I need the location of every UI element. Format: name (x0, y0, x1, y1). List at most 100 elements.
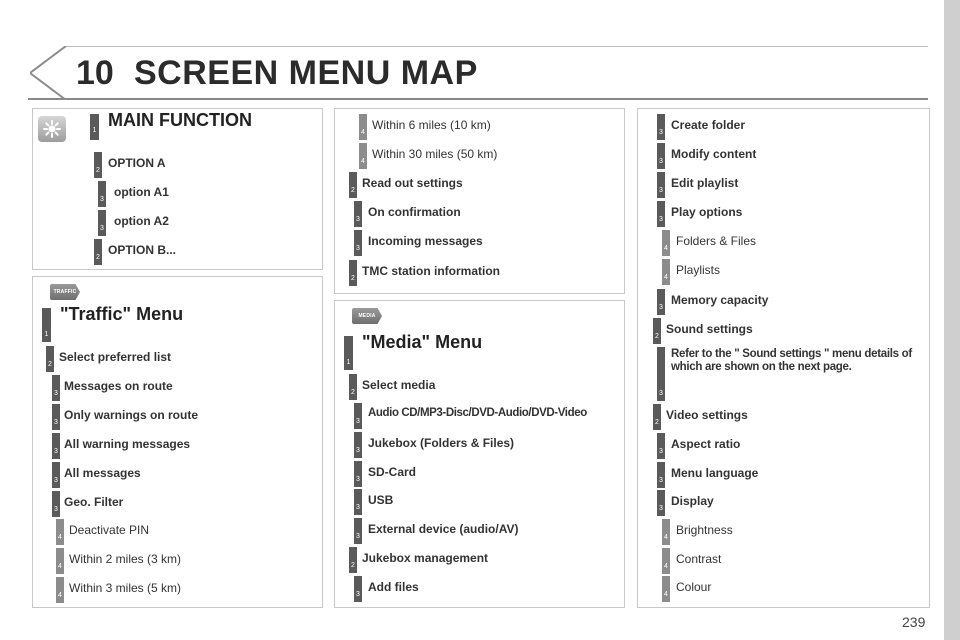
menu-item: Within 2 miles (3 km) (69, 552, 182, 566)
menu-item: Incoming messages (368, 234, 483, 248)
menu-item: Only warnings on route (64, 408, 199, 422)
traffic-tab-icon: TRAFFIC (50, 284, 80, 300)
menu-heading-main-function: MAIN FUNCTION (108, 110, 252, 130)
menu-item: Read out settings (362, 176, 463, 190)
level-marker: 2 (94, 152, 102, 178)
menu-item: Messages on route (64, 379, 173, 393)
level-marker: 3 (354, 432, 362, 458)
menu-item: Edit playlist (671, 176, 739, 190)
menu-item: Add files (368, 580, 419, 594)
level-marker: 3 (657, 172, 665, 198)
settings-gear-icon (38, 116, 66, 142)
menu-item: Create folder (671, 118, 746, 132)
menu-item: Sound settings (666, 322, 753, 336)
level-marker: 3 (52, 375, 60, 401)
level-marker: 3 (354, 201, 362, 227)
menu-note-sound-settings: Refer to the " Sound settings " menu det… (671, 348, 912, 373)
menu-item: Modify content (671, 147, 757, 161)
menu-item: Within 3 miles (5 km) (69, 581, 182, 595)
level-marker: 4 (56, 519, 64, 545)
menu-item: External device (audio/AV) (368, 522, 519, 536)
menu-item: Within 30 miles (50 km) (372, 147, 498, 161)
menu-item: Contrast (676, 552, 722, 566)
level-marker: 3 (657, 143, 665, 169)
level-marker: 3 (52, 404, 60, 430)
menu-item: option A1 (114, 185, 169, 199)
level-marker: 2 (349, 374, 357, 400)
menu-item: All messages (64, 466, 141, 480)
menu-item: SD-Card (368, 465, 417, 479)
level-marker: 3 (657, 347, 665, 401)
level-marker: 4 (662, 259, 670, 285)
level-marker: 3 (657, 289, 665, 315)
level-marker: 1 (344, 336, 353, 370)
page-title: SCREEN MENU MAP (134, 54, 478, 92)
level-marker: 3 (98, 210, 106, 236)
menu-item: Display (671, 494, 714, 508)
menu-heading-traffic: "Traffic" Menu (60, 304, 184, 324)
menu-item: USB (368, 493, 394, 507)
level-marker: 3 (657, 433, 665, 459)
menu-item: Menu language (671, 466, 759, 480)
level-marker: 3 (354, 403, 362, 429)
menu-item: Video settings (666, 408, 748, 422)
menu-item: OPTION B... (108, 243, 177, 257)
menu-item: Deactivate PIN (69, 523, 150, 537)
menu-item: Colour (676, 580, 712, 594)
level-marker: 3 (354, 518, 362, 544)
main-function-panel (32, 108, 323, 270)
menu-item: Memory capacity (671, 293, 769, 307)
menu-item: Select media (362, 378, 436, 392)
menu-item: Geo. Filter (64, 495, 124, 509)
menu-item: Jukebox (Folders & Files) (368, 436, 515, 450)
level-marker: 4 (662, 519, 670, 545)
header-rule (28, 98, 928, 100)
level-marker: 2 (349, 172, 357, 198)
level-marker: 1 (90, 114, 99, 140)
level-marker: 4 (662, 576, 670, 602)
level-marker: 4 (359, 143, 367, 169)
level-marker: 2 (653, 404, 661, 430)
menu-item: Brightness (676, 523, 733, 537)
chapter-number: 10 (76, 54, 114, 92)
level-marker: 3 (657, 490, 665, 516)
level-marker: 3 (354, 230, 362, 256)
level-marker: 2 (349, 547, 357, 573)
level-marker: 2 (46, 346, 54, 372)
level-marker: 3 (354, 489, 362, 515)
level-marker: 3 (52, 433, 60, 459)
page-number: 239 (902, 614, 926, 630)
level-marker: 3 (52, 462, 60, 488)
menu-item: Audio CD/MP3-Disc/DVD-Audio/DVD-Video (368, 407, 587, 419)
menu-item: Play options (671, 205, 743, 219)
menu-item: Jukebox management (362, 551, 489, 565)
page-edge-strip (944, 0, 960, 640)
level-marker: 1 (42, 308, 51, 342)
menu-item: All warning messages (64, 437, 191, 451)
menu-item: TMC station information (362, 264, 500, 278)
menu-heading-media: "Media" Menu (362, 332, 483, 352)
menu-item: On confirmation (368, 205, 461, 219)
level-marker: 3 (657, 114, 665, 140)
level-marker: 4 (359, 114, 367, 140)
menu-item: Playlists (676, 263, 721, 277)
level-marker: 4 (662, 548, 670, 574)
menu-item: Select preferred list (59, 350, 172, 364)
menu-item: option A2 (114, 214, 169, 228)
level-marker: 3 (98, 181, 106, 207)
level-marker: 3 (354, 461, 362, 487)
menu-item: Folders & Files (676, 234, 757, 248)
level-marker: 2 (94, 239, 102, 265)
level-marker: 3 (657, 201, 665, 227)
level-marker: 2 (349, 260, 357, 286)
level-marker: 3 (354, 576, 362, 602)
level-marker: 4 (662, 230, 670, 256)
level-marker: 2 (653, 318, 661, 344)
menu-item: Within 6 miles (10 km) (372, 118, 491, 132)
level-marker: 3 (657, 462, 665, 488)
menu-item: OPTION A (108, 156, 166, 170)
menu-item: Aspect ratio (671, 437, 741, 451)
level-marker: 3 (52, 491, 60, 517)
level-marker: 4 (56, 548, 64, 574)
level-marker: 4 (56, 577, 64, 603)
